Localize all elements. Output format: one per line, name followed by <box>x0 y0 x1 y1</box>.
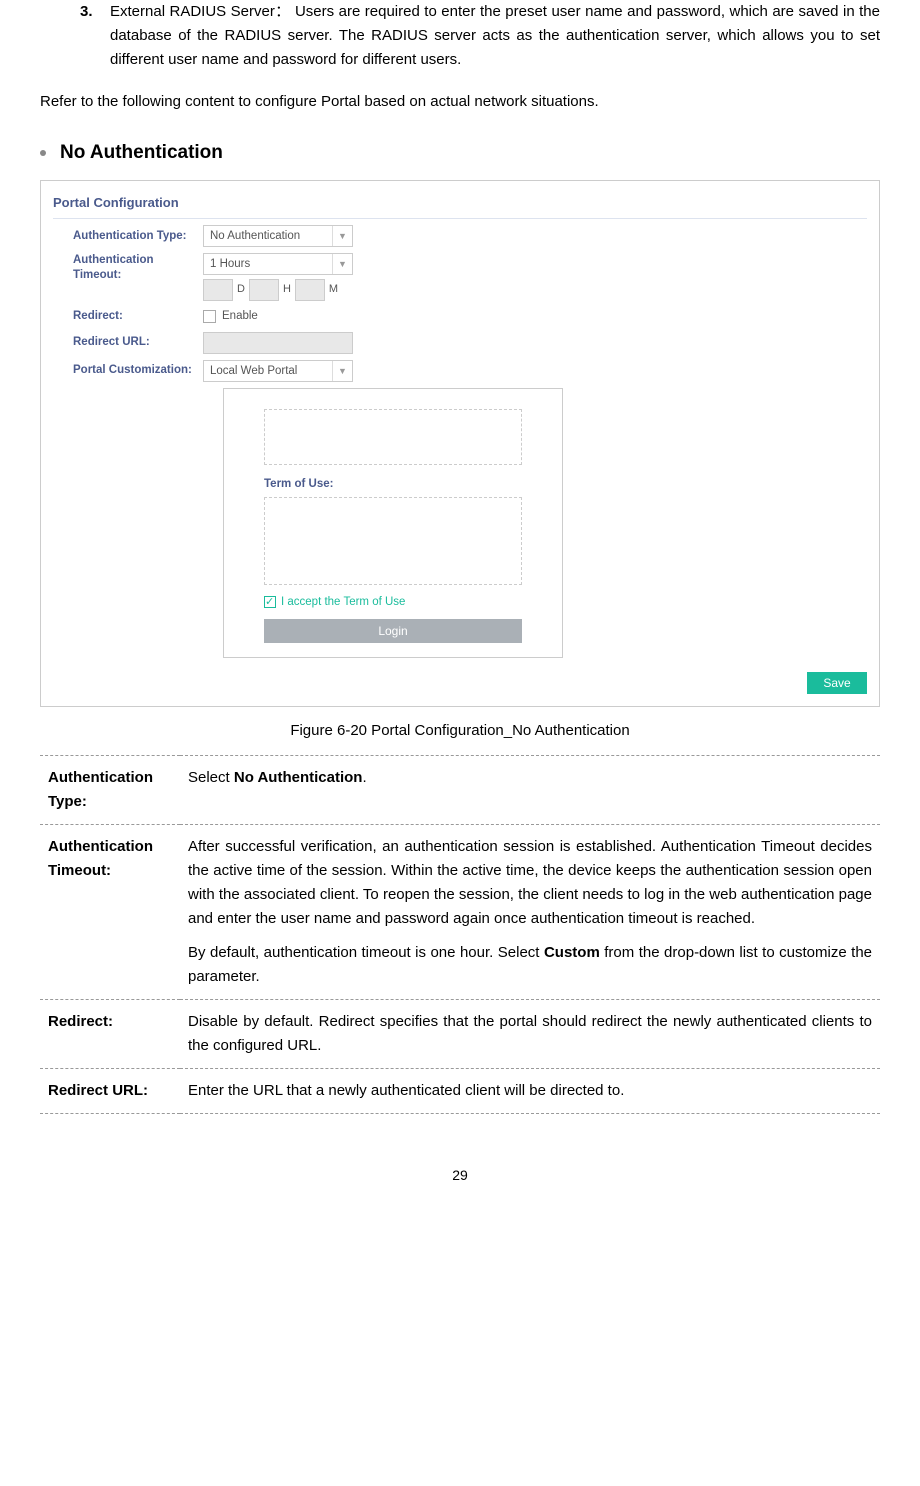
redirect-url-input[interactable] <box>203 332 353 354</box>
preview-image-placeholder[interactable] <box>264 409 522 465</box>
label-redirect-url: Redirect URL: <box>73 333 203 351</box>
form-grid: Authentication Type: No Authentication ▼… <box>73 225 867 658</box>
label-auth-timeout: Authentication Timeout: <box>73 253 203 283</box>
section-heading: No Authentication <box>40 138 880 168</box>
section-title: No Authentication <box>60 138 223 168</box>
portal-preview: Term of Use: I accept the Term of Use Lo… <box>223 388 563 659</box>
description-paragraph: Enter the URL that a newly authenticated… <box>188 1079 872 1103</box>
table-row: Authentication Type: Select No Authentica… <box>40 756 880 825</box>
table-row: Redirect URL: Enter the URL that a newly … <box>40 1069 880 1114</box>
figure-box: Portal Configuration Authentication Type… <box>40 180 880 707</box>
row-description: Enter the URL that a newly authenticated… <box>180 1069 880 1114</box>
days-input[interactable] <box>203 279 233 301</box>
accept-checkbox[interactable] <box>264 596 276 608</box>
label-auth-type: Authentication Type: <box>73 227 203 245</box>
list-number: 3. <box>80 0 110 72</box>
table-row: Redirect:Disable by default. Redirect sp… <box>40 1000 880 1069</box>
term-of-use-label: Term of Use: <box>264 475 522 493</box>
label-redirect: Redirect: <box>73 307 203 325</box>
row-description: Select No Authentication. <box>180 756 880 825</box>
label-portal-custom: Portal Customization: <box>73 361 203 379</box>
description-paragraph: After successful verification, an authen… <box>188 835 872 931</box>
row-label: Redirect URL: <box>40 1069 180 1114</box>
table-row: Authentication Timeout:After successful … <box>40 825 880 1000</box>
hours-label: H <box>283 281 291 299</box>
list-item-3: 3. External RADIUS Server： Users are req… <box>80 0 880 72</box>
redirect-enable-checkbox[interactable] <box>203 310 216 323</box>
chevron-down-icon: ▼ <box>332 226 352 246</box>
enable-text: Enable <box>222 307 258 325</box>
description-paragraph: Disable by default. Redirect specifies t… <box>188 1010 872 1058</box>
term-of-use-textarea[interactable] <box>264 497 522 585</box>
figure-caption: Figure 6-20 Portal Configuration_No Auth… <box>40 719 880 743</box>
portal-custom-dropdown[interactable]: Local Web Portal ▼ <box>203 360 353 382</box>
bullet-icon <box>40 150 46 156</box>
auth-type-dropdown[interactable]: No Authentication ▼ <box>203 225 353 247</box>
description-paragraph: By default, authentication timeout is on… <box>188 941 872 989</box>
page-number: 29 <box>40 1164 880 1186</box>
dropdown-value: 1 Hours <box>210 258 250 270</box>
login-button[interactable]: Login <box>264 619 522 643</box>
refer-text: Refer to the following content to config… <box>40 90 880 114</box>
row-label: Redirect: <box>40 1000 180 1069</box>
dropdown-value: Local Web Portal <box>210 365 297 377</box>
hours-input[interactable] <box>249 279 279 301</box>
chevron-down-icon: ▼ <box>332 361 352 381</box>
auth-timeout-dropdown[interactable]: 1 Hours ▼ <box>203 253 353 275</box>
dropdown-value: No Authentication <box>210 230 300 242</box>
minutes-input[interactable] <box>295 279 325 301</box>
chevron-down-icon: ▼ <box>332 254 352 274</box>
description-paragraph: Select No Authentication. <box>188 766 872 790</box>
save-button[interactable]: Save <box>807 672 867 694</box>
description-table: Authentication Type: Select No Authentica… <box>40 755 880 1114</box>
accept-label: I accept the Term of Use <box>281 593 405 611</box>
minutes-label: M <box>329 281 338 299</box>
row-label: Authentication Timeout: <box>40 825 180 1000</box>
row-description: Disable by default. Redirect specifies t… <box>180 1000 880 1069</box>
row-description: After successful verification, an authen… <box>180 825 880 1000</box>
days-label: D <box>237 281 245 299</box>
row-label: Authentication Type: <box>40 756 180 825</box>
panel-title: Portal Configuration <box>53 193 867 219</box>
list-text: External RADIUS Server： Users are requir… <box>110 0 880 72</box>
